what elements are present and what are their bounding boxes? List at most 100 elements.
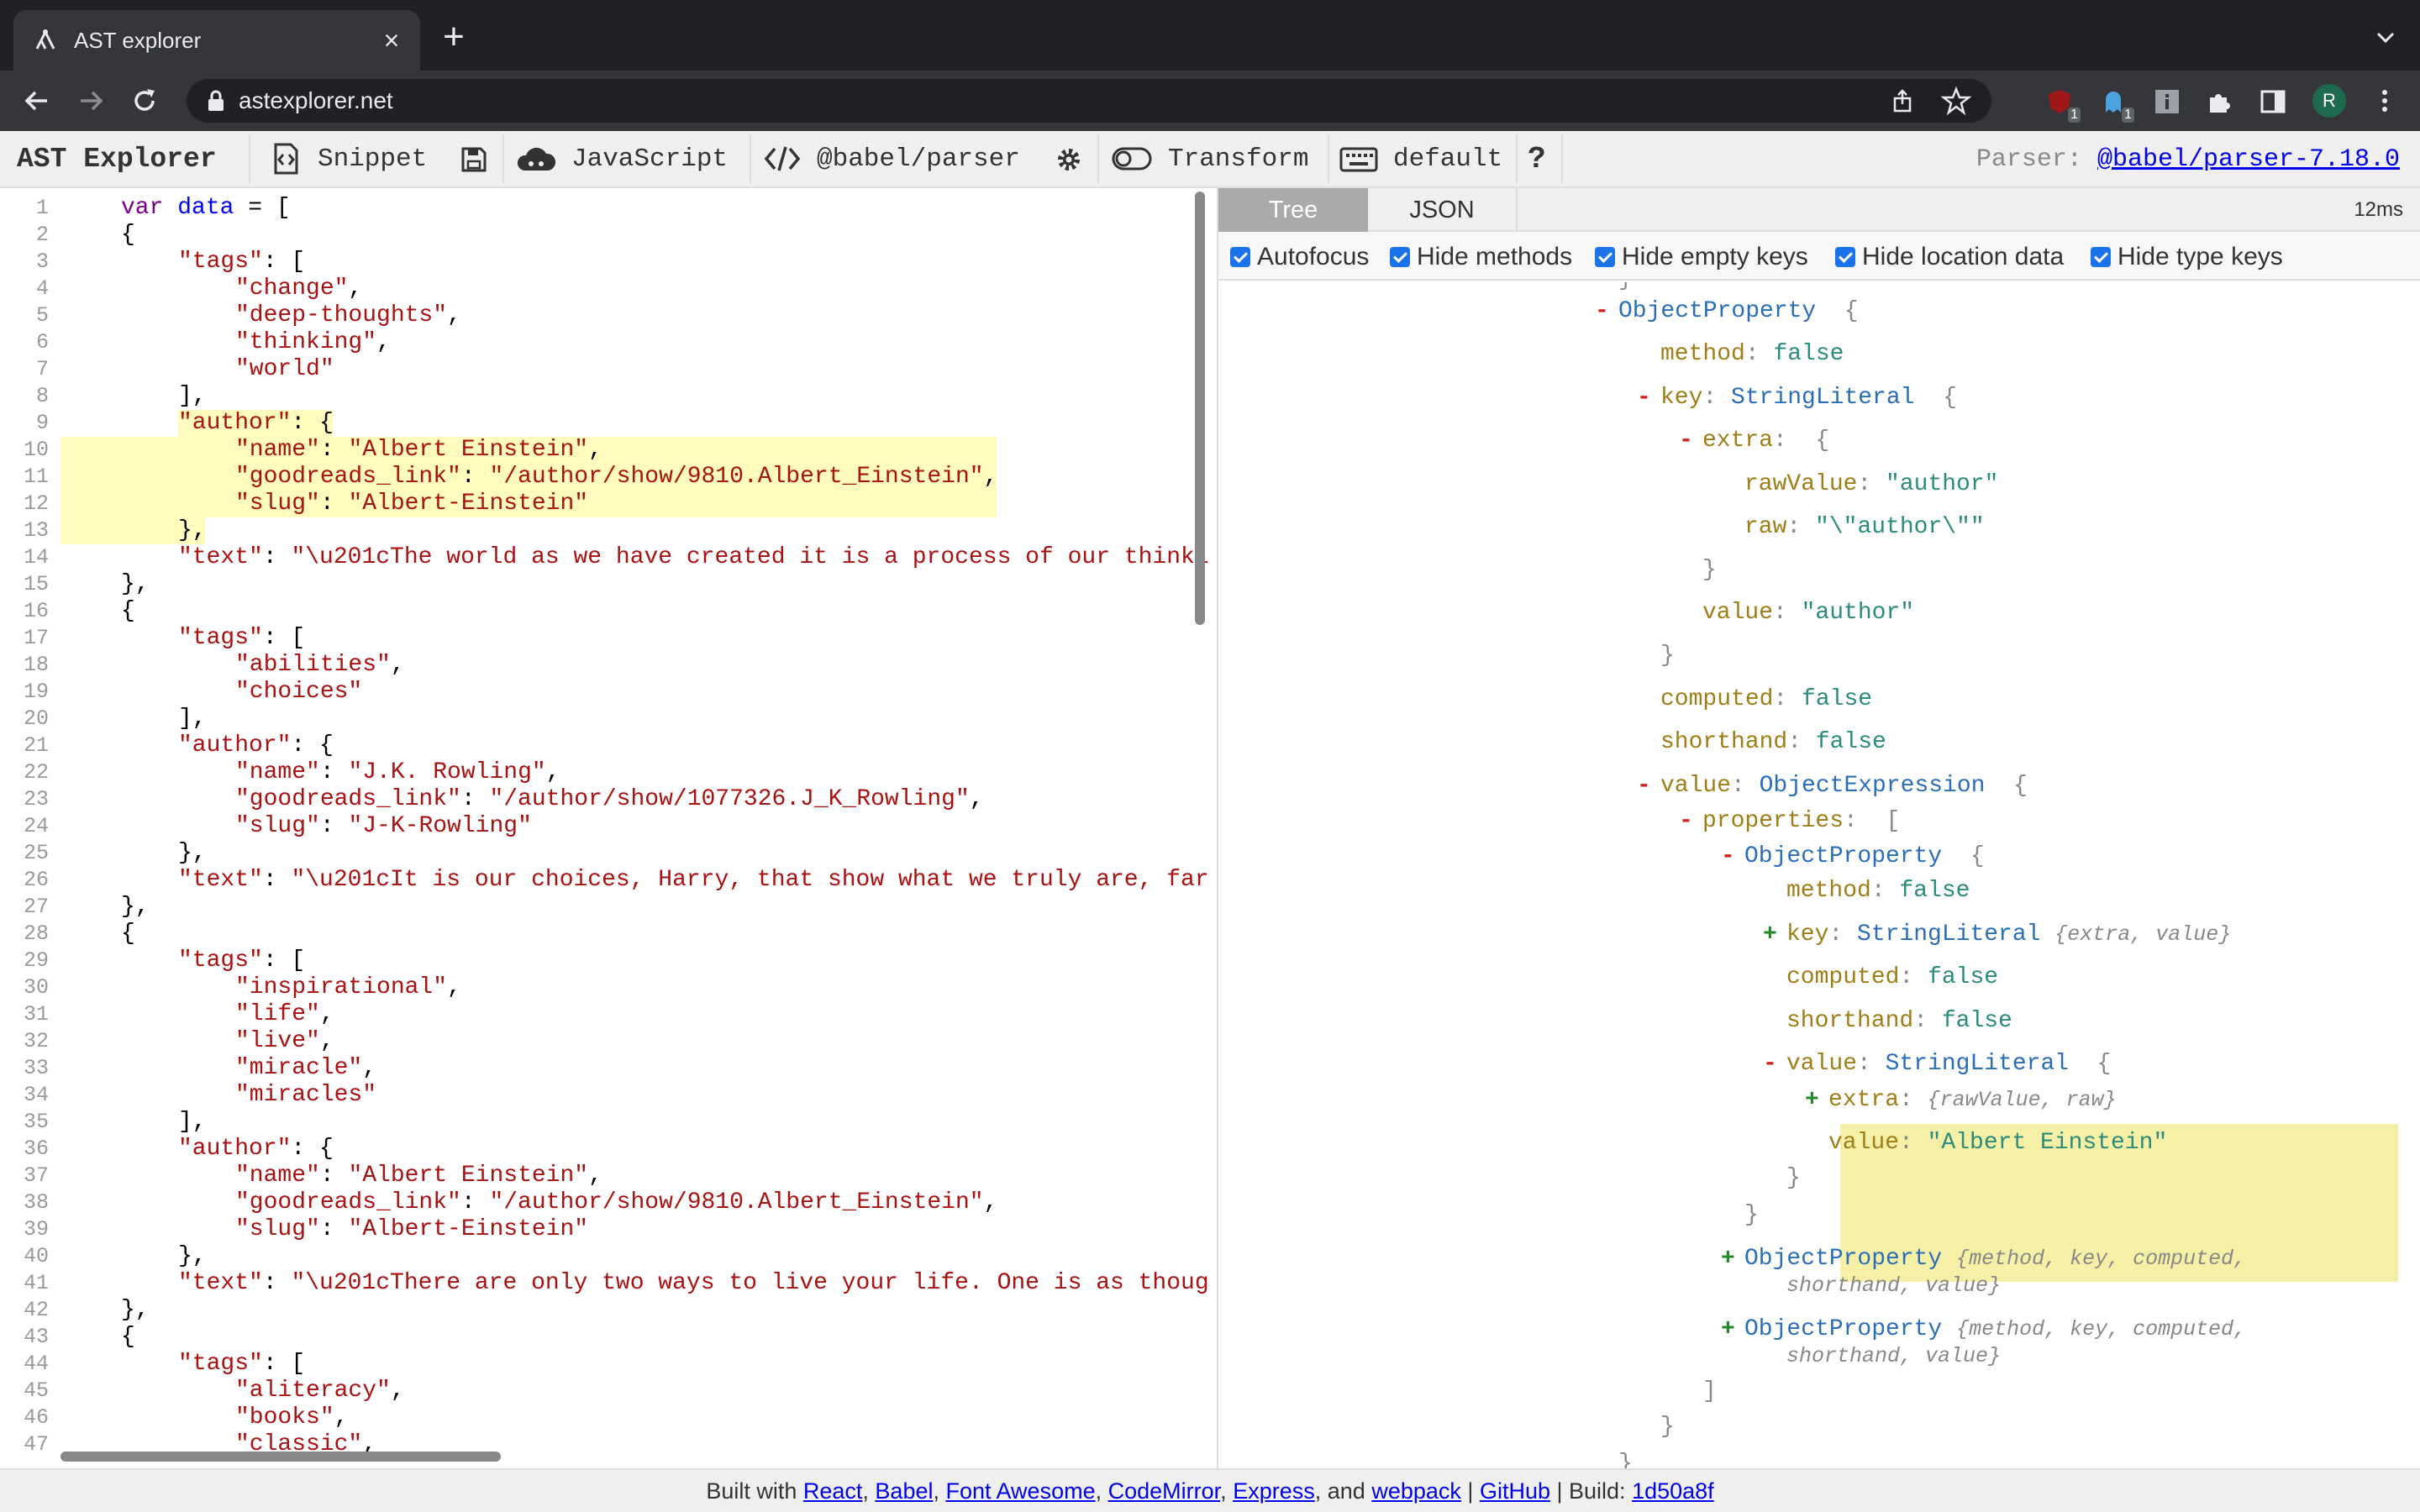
checkbox-checked-icon[interactable]: [1230, 247, 1250, 267]
option-hide-empty-keys[interactable]: Hide empty keys: [1595, 243, 1808, 270]
parser-menu[interactable]: @babel/parser: [763, 131, 1020, 186]
code-line[interactable]: "slug": "Albert-Einstein": [235, 491, 588, 517]
expand-toggle-icon[interactable]: +: [1805, 1086, 1819, 1115]
info-extension-icon[interactable]: [2153, 87, 2181, 116]
collapse-toggle-icon[interactable]: -: [1721, 843, 1735, 871]
code-line[interactable]: "change",: [235, 276, 362, 302]
chevron-down-icon[interactable]: [2371, 24, 2400, 52]
code-line[interactable]: "author": {: [178, 410, 334, 437]
code-line[interactable]: },: [121, 571, 150, 598]
option-hide-type-keys[interactable]: Hide type keys: [2091, 243, 2283, 270]
tab-json[interactable]: JSON: [1368, 188, 1518, 232]
code-line[interactable]: },: [178, 517, 207, 544]
code-line[interactable]: "text": "\u201cIt is our choices, Harry,…: [178, 867, 1209, 894]
code-line[interactable]: "author": {: [178, 1136, 334, 1163]
code-line[interactable]: ],: [178, 383, 207, 410]
code-line[interactable]: {: [121, 598, 135, 625]
footer-link-github[interactable]: GitHub: [1480, 1478, 1550, 1504]
footer-link-codemirror[interactable]: CodeMirror: [1108, 1478, 1221, 1504]
code-line[interactable]: "miracles": [235, 1082, 376, 1109]
code-line[interactable]: "deep-thoughts",: [235, 302, 461, 329]
footer-link-express[interactable]: Express: [1233, 1478, 1315, 1504]
expand-toggle-icon[interactable]: +: [1763, 921, 1777, 949]
footer-link-webpack[interactable]: webpack: [1371, 1478, 1461, 1504]
tree-node[interactable]: + key: StringLiteral {extra, value}: [1763, 921, 2231, 949]
code-line[interactable]: "author": {: [178, 732, 334, 759]
code-line[interactable]: "inspirational",: [235, 974, 461, 1001]
url-text[interactable]: astexplorer.net: [239, 87, 393, 114]
collapse-toggle-icon[interactable]: -: [1637, 384, 1651, 412]
tree-node[interactable]: + extra: {rawValue, raw}: [1805, 1086, 2117, 1115]
more-vertical-icon[interactable]: [2370, 86, 2400, 116]
code-line[interactable]: "goodreads_link": "/author/show/9810.Alb…: [235, 1189, 997, 1216]
collapse-toggle-icon[interactable]: -: [1637, 772, 1651, 801]
code-line[interactable]: ],: [178, 706, 207, 732]
checkbox-checked-icon[interactable]: [2091, 247, 2111, 267]
transform-toggle[interactable]: Transform: [1111, 131, 1308, 186]
code-line[interactable]: {: [121, 222, 135, 249]
code-line[interactable]: "life",: [235, 1001, 334, 1028]
option-hide-methods[interactable]: Hide methods: [1390, 243, 1572, 270]
code-line[interactable]: "name": "Albert Einstein",: [235, 1163, 602, 1189]
save-icon[interactable]: [460, 146, 487, 173]
code-line[interactable]: },: [121, 1297, 150, 1324]
ublock-extension-icon[interactable]: 1: [2045, 87, 2081, 123]
code-line[interactable]: "name": "J.K. Rowling",: [235, 759, 560, 786]
address-bar[interactable]: astexplorer.net: [187, 79, 1991, 123]
tree-node[interactable]: - value: ObjectExpression {: [1637, 772, 2028, 801]
code-line[interactable]: "text": "\u201cThere are only two ways t…: [178, 1270, 1209, 1297]
collapse-toggle-icon[interactable]: -: [1679, 807, 1693, 836]
checkbox-checked-icon[interactable]: [1390, 247, 1410, 267]
option-autofocus[interactable]: Autofocus: [1230, 243, 1369, 270]
option-hide-location-data[interactable]: Hide location data: [1835, 243, 2064, 270]
ghostery-extension-icon[interactable]: 1: [2099, 87, 2134, 123]
expand-toggle-icon[interactable]: +: [1721, 1245, 1735, 1273]
code-line[interactable]: "thinking",: [235, 329, 391, 356]
side-panel-icon[interactable]: [2259, 87, 2287, 116]
share-icon[interactable]: [1889, 87, 1916, 114]
puzzle-extensions-icon[interactable]: [2205, 87, 2233, 116]
tree-node[interactable]: + ObjectProperty {method, key, computed,: [1721, 1315, 2246, 1344]
code-line[interactable]: "goodreads_link": "/author/show/9810.Alb…: [235, 464, 997, 491]
code-line[interactable]: },: [178, 840, 207, 867]
language-menu[interactable]: JavaScript: [516, 131, 728, 186]
code-line[interactable]: "tags": [: [178, 1351, 305, 1378]
code-line[interactable]: "slug": "J-K-Rowling": [235, 813, 532, 840]
code-editor[interactable]: 1 2 3 4 5 6 7 8 9 10 11 12 13 14 15 16 17 18 19 20 21 22 23 24 2…: [0, 188, 1217, 1468]
code-line[interactable]: "miracle",: [235, 1055, 376, 1082]
tree-node[interactable]: - key: StringLiteral {: [1637, 384, 1957, 412]
bookmark-star-icon[interactable]: [1941, 86, 1971, 116]
ast-tree-view[interactable]: }-ObjectProperty {method: false-key: Str…: [1218, 282, 2420, 1468]
code-line[interactable]: "books",: [235, 1404, 348, 1431]
browser-tab[interactable]: AST explorer ×: [13, 10, 420, 71]
code-line[interactable]: "tags": [: [178, 249, 305, 276]
code-line[interactable]: "tags": [: [178, 625, 305, 652]
tree-node[interactable]: - properties: [: [1679, 807, 1900, 836]
new-tab-icon[interactable]: +: [437, 18, 471, 55]
code-line[interactable]: {: [121, 921, 135, 948]
code-line[interactable]: "live",: [235, 1028, 334, 1055]
reload-icon[interactable]: [126, 82, 163, 119]
checkbox-checked-icon[interactable]: [1835, 247, 1855, 267]
snippet-menu[interactable]: Snippet: [269, 131, 427, 186]
footer-link-react[interactable]: React: [803, 1478, 863, 1504]
collapse-toggle-icon[interactable]: -: [1679, 427, 1693, 455]
checkbox-checked-icon[interactable]: [1595, 247, 1615, 267]
collapse-toggle-icon[interactable]: -: [1763, 1050, 1777, 1079]
code-line[interactable]: var data = [: [121, 195, 291, 222]
gear-icon[interactable]: [1055, 146, 1082, 173]
parser-version-link[interactable]: @babel/parser-7.18.0: [2097, 145, 2400, 174]
expand-toggle-icon[interactable]: +: [1721, 1315, 1735, 1344]
tree-node[interactable]: - value: StringLiteral {: [1763, 1050, 2111, 1079]
code-line[interactable]: "tags": [: [178, 948, 305, 974]
tree-node[interactable]: - extra: {: [1679, 427, 1829, 455]
code-line[interactable]: "goodreads_link": "/author/show/1077326.…: [235, 786, 984, 813]
code-line[interactable]: "text": "\u201cThe world as we have crea…: [178, 544, 1209, 571]
lock-icon[interactable]: [205, 89, 227, 113]
close-tab-icon[interactable]: ×: [376, 25, 407, 55]
code-line[interactable]: "world": [235, 356, 334, 383]
code-line[interactable]: },: [178, 1243, 207, 1270]
code-line[interactable]: "abilities",: [235, 652, 405, 679]
help-button[interactable]: ?: [1528, 131, 1546, 186]
code-line[interactable]: "name": "Albert Einstein",: [235, 437, 602, 464]
